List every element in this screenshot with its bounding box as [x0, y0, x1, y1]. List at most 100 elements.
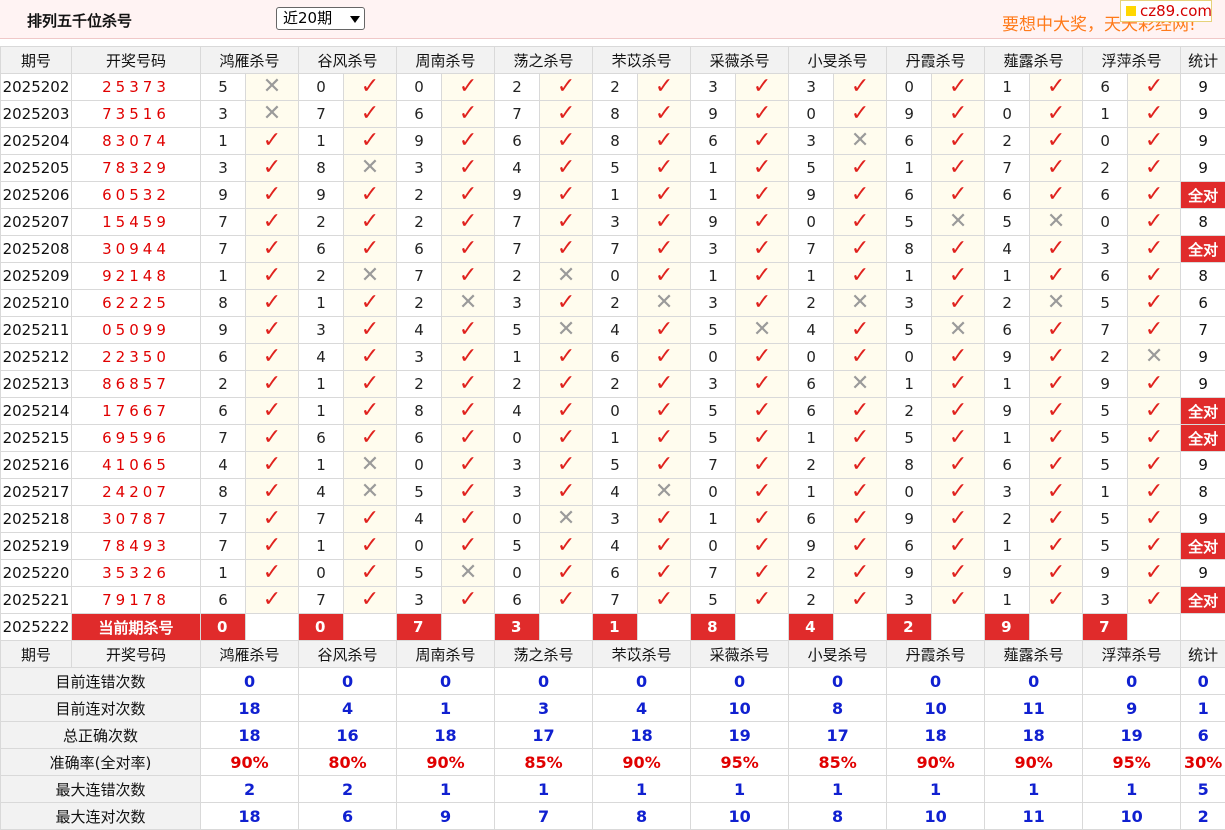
result-mark-cell: ✓	[638, 371, 691, 398]
kill-number-cell: 5	[691, 587, 736, 614]
stats-value: 2	[201, 776, 299, 803]
check-mark-icon: ✓	[557, 74, 575, 99]
kill-number-cell: 2	[593, 74, 638, 101]
result-mark-cell: ✓	[442, 101, 495, 128]
kill-number-cell: 1	[887, 155, 932, 182]
result-mark-cell: ✓	[344, 587, 397, 614]
result-mark-cell: ✓	[540, 290, 593, 317]
cross-mark-icon: ✕	[655, 290, 673, 315]
result-mark-cell: ✕	[344, 479, 397, 506]
col-header-expert: 薤露杀号	[985, 641, 1083, 668]
check-mark-icon: ✓	[655, 263, 673, 288]
stats-value: 18	[201, 695, 299, 722]
result-mark-cell: ✓	[1128, 371, 1181, 398]
check-mark-icon: ✓	[655, 452, 673, 477]
check-mark-icon: ✓	[753, 236, 771, 261]
kill-number-cell: 5	[1083, 533, 1128, 560]
cross-mark-icon: ✕	[361, 263, 379, 288]
kill-number-cell: 7	[397, 263, 442, 290]
kill-number-cell: 1	[985, 425, 1030, 452]
result-mark-cell: ✓	[442, 236, 495, 263]
result-mark-cell: ✓	[1030, 317, 1083, 344]
kill-number-cell: 0	[593, 398, 638, 425]
result-mark-cell: ✓	[932, 236, 985, 263]
kill-number-cell: 6	[887, 128, 932, 155]
kill-number-cell: 7	[495, 101, 540, 128]
kill-number-cell: 8	[593, 128, 638, 155]
result-mark-cell: ✓	[540, 398, 593, 425]
kill-number-cell: 7	[1083, 317, 1128, 344]
check-mark-icon: ✓	[1145, 452, 1163, 477]
draw-number-cell: 35326	[72, 560, 201, 587]
result-mark-cell: ✓	[246, 317, 299, 344]
result-mark-cell: ✓	[736, 560, 789, 587]
col-header-expert: 鸿雁杀号	[201, 641, 299, 668]
kill-number-cell: 1	[691, 263, 736, 290]
stats-value: 10	[1083, 803, 1181, 830]
result-mark-cell: ✓	[834, 398, 887, 425]
col-header-draw: 开奖号码	[72, 47, 201, 74]
result-mark-cell: ✓	[1030, 155, 1083, 182]
result-mark-cell: ✓	[442, 398, 495, 425]
stats-value: 1	[397, 695, 495, 722]
result-mark-cell: ✓	[246, 155, 299, 182]
result-mark-cell: ✓	[1128, 452, 1181, 479]
col-header-expert: 浮萍杀号	[1083, 641, 1181, 668]
kill-number-cell: 7	[299, 587, 344, 614]
kill-number-cell: 2	[495, 74, 540, 101]
stats-label: 目前连错次数	[1, 668, 201, 695]
result-mark-cell: ✓	[736, 587, 789, 614]
result-mark-cell: ✓	[1030, 344, 1083, 371]
check-mark-icon: ✓	[263, 263, 281, 288]
result-mark-cell: ✓	[736, 344, 789, 371]
kill-number-cell: 7	[495, 209, 540, 236]
check-mark-icon: ✓	[557, 425, 575, 450]
kill-number-cell: 7	[691, 452, 736, 479]
kill-number-cell: 9	[691, 209, 736, 236]
kill-number-cell: 3	[1083, 236, 1128, 263]
result-mark-cell: ✓	[638, 560, 691, 587]
period-select[interactable]: 近20期	[276, 7, 365, 30]
result-mark-cell: ✓	[736, 479, 789, 506]
site-logo[interactable]: cz89.com	[1120, 0, 1212, 22]
stats-value: 10	[887, 803, 985, 830]
result-mark-cell: ✓	[1128, 290, 1181, 317]
result-mark-cell: ✓	[932, 587, 985, 614]
kill-number-cell: 2	[789, 587, 834, 614]
stats-value: 90%	[593, 749, 691, 776]
kill-number-cell: 2	[985, 128, 1030, 155]
result-mark-cell: ✓	[442, 263, 495, 290]
kill-number-cell: 9	[887, 506, 932, 533]
stats-value: 18	[985, 722, 1083, 749]
stats-value: 1	[985, 776, 1083, 803]
check-mark-icon: ✓	[459, 182, 477, 207]
kill-number-cell: 6	[397, 101, 442, 128]
kill-number-cell: 7	[593, 587, 638, 614]
result-mark-cell: ✓	[442, 587, 495, 614]
stats-value: 8	[789, 803, 887, 830]
kill-number-cell: 3	[299, 317, 344, 344]
result-mark-cell: ✓	[1030, 479, 1083, 506]
stats-value: 10	[691, 695, 789, 722]
check-mark-icon: ✓	[1145, 236, 1163, 261]
stats-value: 95%	[1083, 749, 1181, 776]
stats-value: 1	[789, 776, 887, 803]
result-mark-cell: ✓	[1128, 209, 1181, 236]
total-all-correct-badge: 全对	[1181, 587, 1225, 614]
result-mark-cell: ✓	[442, 128, 495, 155]
check-mark-icon: ✓	[1047, 155, 1065, 180]
check-mark-icon: ✓	[753, 425, 771, 450]
result-mark-cell: ✓	[344, 344, 397, 371]
kill-number-cell: 6	[299, 236, 344, 263]
result-mark-cell: ✓	[246, 506, 299, 533]
kill-number-cell: 1	[789, 263, 834, 290]
check-mark-icon: ✓	[361, 398, 379, 423]
check-mark-icon: ✓	[557, 128, 575, 153]
stats-value: 18	[201, 722, 299, 749]
kill-number-cell: 8	[887, 452, 932, 479]
cross-mark-icon: ✕	[459, 560, 477, 585]
kill-number-cell: 4	[495, 155, 540, 182]
result-mark-cell: ✓	[246, 290, 299, 317]
issue-cell: 2025211	[1, 317, 72, 344]
result-mark-cell: ✓	[246, 344, 299, 371]
